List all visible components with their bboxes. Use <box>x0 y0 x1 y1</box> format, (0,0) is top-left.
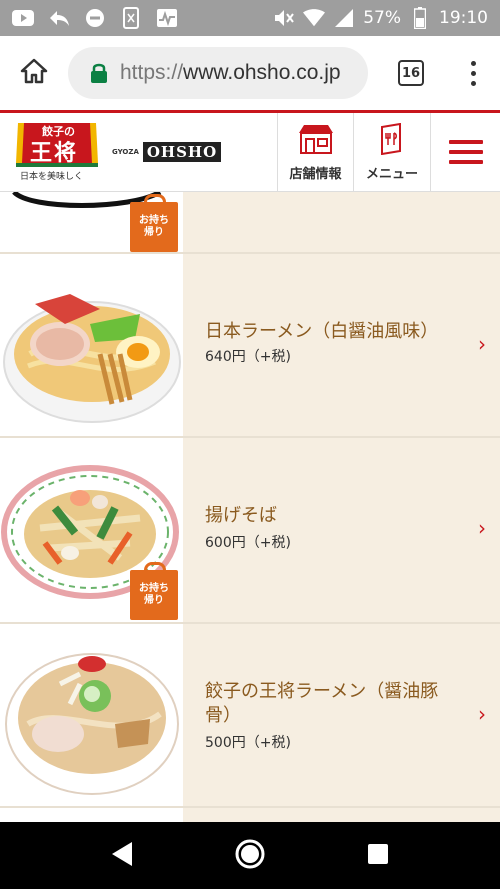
list-item[interactable]: 日本ラーメン（白醤油風味） 640円（+税) › <box>0 254 500 438</box>
partial-info <box>183 192 500 252</box>
menu-label: メニュー <box>365 166 418 182</box>
ohsho-logo[interactable]: 餃子の 王将 日本を美味しく <box>14 119 100 185</box>
menu-list: お持ち 帰り 日本ラーメン（白醤油風味） 640円（+税) › お持ち 帰り 揚… <box>0 192 500 822</box>
tab-switcher-button[interactable]: 16 <box>380 36 442 110</box>
signal-icon <box>333 7 355 29</box>
list-item-partial[interactable]: お持ち 帰り <box>0 192 500 254</box>
status-bar: 57% 19:10 <box>0 0 500 36</box>
tab-count: 16 <box>398 60 424 86</box>
chevron-right-icon: › <box>478 702 486 726</box>
logo-line2: 王将 <box>30 140 79 166</box>
gyoza-brand: OHSHO <box>142 142 222 162</box>
reply-arrow-icon <box>48 7 70 29</box>
wifi-icon <box>303 7 326 29</box>
item-price: 600円（+税) <box>205 535 291 551</box>
item-name: 餃子の王将ラーメン（醤油豚骨） <box>205 681 439 726</box>
back-icon[interactable] <box>110 841 134 871</box>
partial-dish-image: お持ち 帰り <box>0 192 183 252</box>
hamburger-menu-button[interactable] <box>430 113 500 191</box>
store-info-button[interactable]: 店舗情報 <box>277 113 353 191</box>
more-options-button[interactable] <box>448 36 498 110</box>
list-item[interactable]: お持ち 帰り 揚げそば 600円（+税) › <box>0 438 500 624</box>
battery-icon <box>409 7 431 29</box>
store-icon <box>298 123 334 159</box>
takeout-badge: お持ち 帰り <box>130 562 178 620</box>
hamburger-icon <box>448 134 483 170</box>
item-name: 揚げそば <box>205 505 277 526</box>
item-info: 揚げそば 600円（+税) › <box>183 438 500 622</box>
item-info: 餃子の王将ラーメン（醤油豚骨） 500円（+税) › <box>183 624 500 806</box>
gyoza-ohsho-logo: GYOZA OHSHO <box>112 140 222 164</box>
url-host: www.ohsho.co.jp <box>183 61 341 84</box>
item-name: 日本ラーメン（白醤油風味） <box>205 321 439 342</box>
list-item-partial[interactable] <box>0 808 500 822</box>
mute-icon <box>273 7 295 29</box>
menu-button[interactable]: メニュー <box>353 113 430 191</box>
item-price: 640円（+税) <box>205 349 291 365</box>
browser-toolbar: https://www.ohsho.co.jp 16 <box>0 36 500 110</box>
activity-icon <box>156 7 178 29</box>
url-text: https://www.ohsho.co.jp <box>120 61 341 85</box>
ohsho-ramen-image <box>0 624 183 806</box>
battery-percent: 57% <box>363 8 401 28</box>
menu-book-icon <box>378 122 406 159</box>
recents-icon[interactable] <box>366 842 390 870</box>
site-header: 餃子の 王将 日本を美味しく GYOZA OHSHO 店舗情報 メニュー <box>0 110 500 192</box>
url-scheme: https:// <box>120 61 184 84</box>
lock-icon <box>90 62 110 84</box>
home-circle-icon[interactable] <box>234 838 266 874</box>
gyoza-label: GYOZA <box>112 148 139 156</box>
logo-tagline: 日本を美味しく <box>20 172 84 182</box>
do-not-disturb-icon <box>84 7 106 29</box>
store-label: 店舗情報 <box>289 166 342 182</box>
youtube-icon <box>12 7 34 29</box>
list-item[interactable]: 餃子の王将ラーメン（醤油豚骨） 500円（+税) › <box>0 624 500 808</box>
system-nav-bar <box>0 822 500 889</box>
fried-noodles-image: お持ち 帰り <box>0 438 183 622</box>
item-price: 500円（+税) <box>205 735 291 751</box>
chevron-right-icon: › <box>478 516 486 540</box>
home-button[interactable] <box>0 36 68 110</box>
item-info: 日本ラーメン（白醤油風味） 640円（+税) › <box>183 254 500 436</box>
clock: 19:10 <box>439 8 488 28</box>
home-icon <box>20 57 48 89</box>
address-bar[interactable]: https://www.ohsho.co.jp <box>68 47 368 99</box>
ramen-white-shoyu-image <box>0 254 183 436</box>
chevron-right-icon: › <box>478 332 486 356</box>
phone-icon <box>120 7 142 29</box>
takeout-badge: お持ち 帰り <box>130 194 178 252</box>
